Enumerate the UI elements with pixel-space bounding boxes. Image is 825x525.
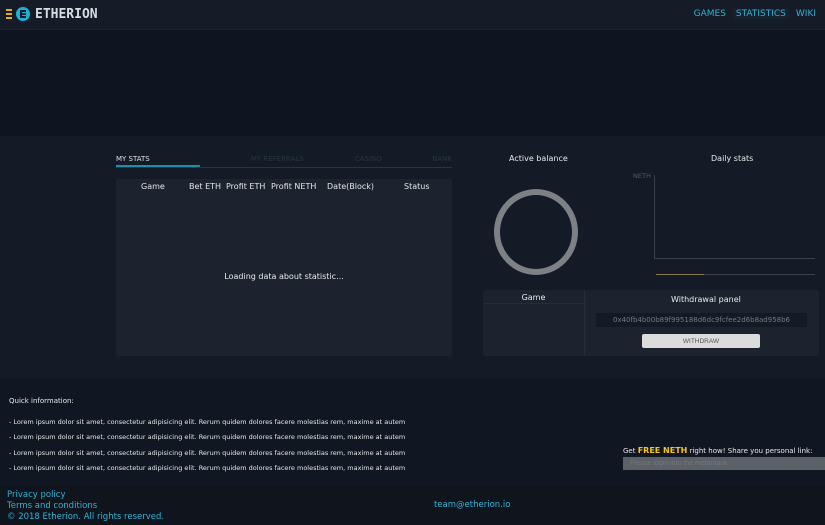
etherion-logo-icon <box>6 7 30 21</box>
share-text: Get FREE NETH right how! Share you perso… <box>623 446 812 455</box>
active-balance-title: Active balance <box>509 154 568 163</box>
quick-info-item: - Lorem ipsum dolor sit amet, consectetu… <box>9 418 406 426</box>
share-pre: Get <box>623 447 636 455</box>
withdrawal-title: Withdrawal panel <box>671 295 741 304</box>
col-date-block: Date(Block) <box>327 182 374 191</box>
loading-text: Loading data about statistic... <box>224 272 344 281</box>
referral-link-input[interactable] <box>623 457 825 470</box>
quick-info-item: - Lorem ipsum dolor sit amet, consectetu… <box>9 464 406 472</box>
privacy-policy-link[interactable]: Privacy policy <box>7 490 66 500</box>
quick-info-item: - Lorem ipsum dolor sit amet, consectetu… <box>9 433 406 441</box>
share-post: right how! Share you personal link: <box>689 447 813 455</box>
quick-info-item: - Lorem ipsum dolor sit amet, consectetu… <box>9 449 406 457</box>
game-column: Game <box>483 290 585 356</box>
main-nav: GAMES STATISTICS WIKI <box>691 9 819 19</box>
nav-wiki[interactable]: WIKI <box>793 9 819 19</box>
terms-link[interactable]: Terms and conditions <box>7 501 97 511</box>
col-profit-neth: Profit NETH <box>271 182 317 191</box>
logo-text: ETHERION <box>35 6 98 22</box>
col-bet-eth: Bet ETH <box>189 182 222 191</box>
nav-statistics[interactable]: STATISTICS <box>732 9 789 19</box>
col-profit-eth: Profit ETH <box>226 182 266 191</box>
balance-ring-chart <box>494 189 578 275</box>
tab-bank[interactable]: BANK <box>433 155 452 167</box>
quick-info-title: Quick information: <box>9 397 74 405</box>
col-game: Game <box>141 182 165 191</box>
header: ETHERION GAMES STATISTICS WIKI <box>0 0 825 30</box>
tab-casino[interactable]: CASINO <box>355 155 382 167</box>
tab-my-stats[interactable]: MY STATS <box>116 155 200 167</box>
daily-stats-title: Daily stats <box>711 154 754 163</box>
copyright: © 2018 Etherion. All rights reserved. <box>7 512 165 522</box>
tab-my-referrals[interactable]: MY REFERRALS <box>251 155 304 167</box>
stats-tabs: MY STATS MY REFERRALS CASINO BANK <box>116 155 452 168</box>
daily-stats-chart <box>654 175 815 259</box>
game-label: Game <box>483 290 584 304</box>
email-link[interactable]: team@etherion.io <box>434 500 510 510</box>
wallet-address: 0x40fb4b00b89f995188d6dc9fcfee2d6b8ad958… <box>596 313 807 327</box>
nav-games[interactable]: GAMES <box>691 9 729 19</box>
stats-table: Game Bet ETH Profit ETH Profit NETH Date… <box>116 179 452 356</box>
col-status: Status <box>404 182 430 191</box>
banner-area <box>0 30 825 136</box>
chart-scrollbar-thumb[interactable] <box>656 274 704 275</box>
withdraw-button[interactable]: WITHDRAW <box>642 334 760 348</box>
free-neth-highlight: FREE NETH <box>637 446 688 455</box>
logo[interactable]: ETHERION <box>6 6 98 22</box>
chart-ylabel: NETH <box>633 172 651 180</box>
withdrawal-panel: Game Withdrawal panel 0x40fb4b00b89f9951… <box>483 290 819 356</box>
